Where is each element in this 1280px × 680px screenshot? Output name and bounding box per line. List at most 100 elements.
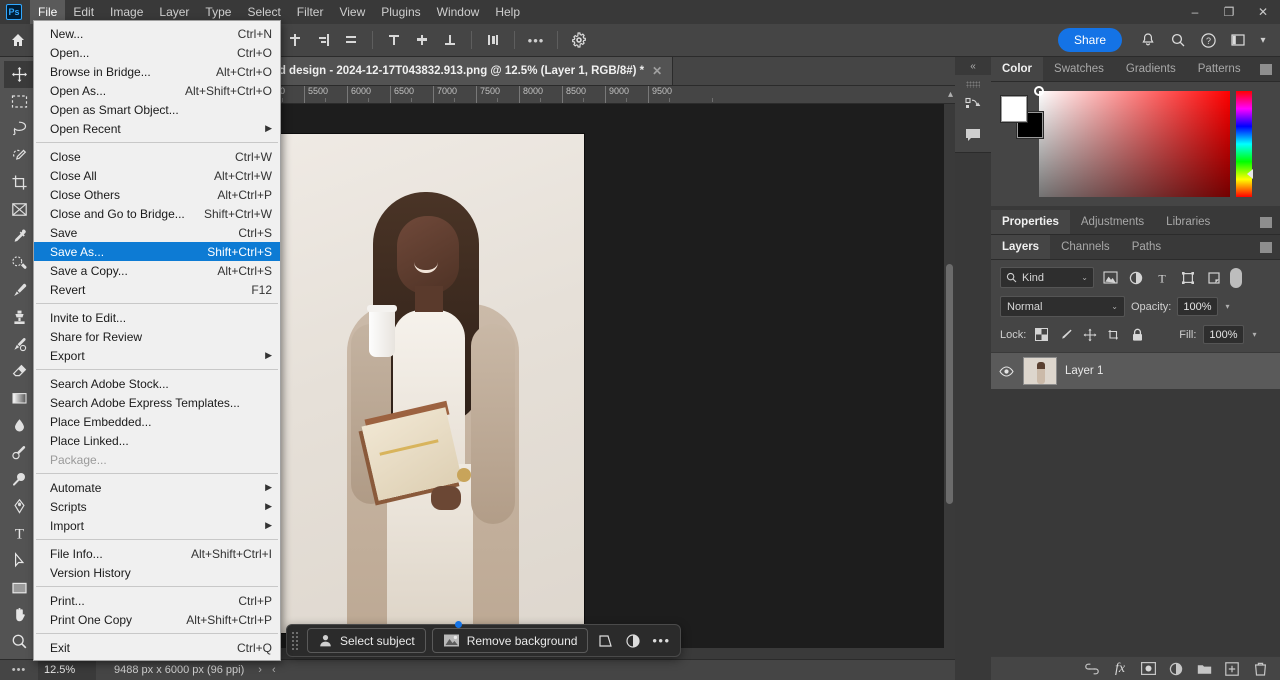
layer-row[interactable]: Layer 1 <box>991 353 1280 389</box>
align-top-edges-icon[interactable] <box>283 28 307 52</box>
menu-item-file-info[interactable]: File Info... Alt+Shift+Ctrl+I <box>34 544 280 563</box>
opacity-chevron-icon[interactable]: ▾ <box>1224 302 1232 311</box>
lock-position-icon[interactable] <box>1081 326 1098 343</box>
distribute-vertical-centers-icon[interactable] <box>410 28 434 52</box>
add-layer-mask-icon[interactable] <box>1140 661 1156 677</box>
canvas-vertical-scrollbar[interactable] <box>944 104 955 659</box>
adjustment-icon[interactable] <box>622 630 644 652</box>
rectangular-marquee-tool[interactable] <box>4 88 34 115</box>
options-more-button[interactable]: ••• <box>524 28 548 52</box>
tab-patterns[interactable]: Patterns <box>1186 57 1252 81</box>
search-icon[interactable] <box>1166 28 1190 52</box>
tab-libraries[interactable]: Libraries <box>1155 210 1222 234</box>
smart-object-filter-icon[interactable] <box>1204 268 1224 288</box>
magnifier-tool[interactable] <box>4 466 34 493</box>
menu-item-search-adobe-stock[interactable]: Search Adobe Stock... <box>34 374 280 393</box>
object-selection-tool[interactable] <box>4 142 34 169</box>
menu-item-export[interactable]: Export ▶ <box>34 346 280 365</box>
task-bar-grip[interactable] <box>291 630 299 651</box>
menu-item-scripts[interactable]: Scripts ▶ <box>34 497 280 516</box>
path-selection-tool[interactable] <box>4 547 34 574</box>
chevron-down-icon[interactable]: ▾ <box>1256 28 1270 52</box>
chevron-down-icon[interactable]: ⌄ <box>1111 302 1118 311</box>
rectangle-tool[interactable] <box>4 574 34 601</box>
menu-item-place-embedded[interactable]: Place Embedded... <box>34 412 280 431</box>
workspace-icon[interactable] <box>1226 28 1250 52</box>
menu-item-close-others[interactable]: Close Others Alt+Ctrl+P <box>34 185 280 204</box>
color-field[interactable] <box>1034 86 1230 197</box>
tab-channels[interactable]: Channels <box>1050 235 1121 259</box>
menu-help[interactable]: Help <box>487 0 528 24</box>
tab-paths[interactable]: Paths <box>1120 235 1173 259</box>
chevrons-left-icon[interactable]: « <box>955 57 991 75</box>
distribute-horizontal-icon[interactable] <box>481 28 505 52</box>
hue-slider-marker[interactable] <box>1247 169 1253 179</box>
menu-item-open-as[interactable]: Open As... Alt+Shift+Ctrl+O <box>34 81 280 100</box>
type-tool[interactable]: T <box>4 520 34 547</box>
pen-tool[interactable] <box>4 493 34 520</box>
blur-tool[interactable] <box>4 412 34 439</box>
artboard-image[interactable] <box>281 134 584 633</box>
status-expand-arrow[interactable]: › <box>244 664 262 676</box>
tab-gradients[interactable]: Gradients <box>1114 57 1187 81</box>
hue-slider[interactable] <box>1236 91 1253 197</box>
zoom-tool[interactable] <box>4 628 34 655</box>
menu-item-share-for-review[interactable]: Share for Review <box>34 327 280 346</box>
menu-item-save-a-copy[interactable]: Save a Copy... Alt+Ctrl+S <box>34 261 280 280</box>
link-layers-icon[interactable] <box>1084 661 1100 677</box>
pixel-layer-filter-icon[interactable] <box>1100 268 1120 288</box>
foreground-color-swatch[interactable] <box>1001 96 1027 122</box>
shape-layer-filter-icon[interactable] <box>1178 268 1198 288</box>
layers-panel-menu[interactable] <box>1260 235 1280 259</box>
filter-toggle[interactable] <box>1230 267 1242 288</box>
menu-view[interactable]: View <box>331 0 373 24</box>
menu-item-save[interactable]: Save Ctrl+S <box>34 223 280 242</box>
menu-item-place-linked[interactable]: Place Linked... <box>34 431 280 450</box>
menu-item-save-as[interactable]: Save As... Shift+Ctrl+S <box>34 242 280 261</box>
new-group-icon[interactable] <box>1196 661 1212 677</box>
spot-healing-brush-tool[interactable] <box>4 250 34 277</box>
rail-grip[interactable] <box>966 81 980 88</box>
distribute-bottom-icon[interactable] <box>438 28 462 52</box>
clone-stamp-tool[interactable] <box>4 304 34 331</box>
menu-item-browse-in-bridge[interactable]: Browse in Bridge... Alt+Ctrl+O <box>34 62 280 81</box>
minimize-button[interactable]: – <box>1178 0 1212 24</box>
lock-all-icon[interactable] <box>1129 326 1146 343</box>
menu-item-print-one-copy[interactable]: Print One Copy Alt+Shift+Ctrl+P <box>34 610 280 629</box>
share-button[interactable]: Share <box>1057 28 1122 52</box>
status-back-arrow[interactable]: ‹ <box>262 664 276 676</box>
menu-item-open-recent[interactable]: Open Recent ▶ <box>34 119 280 138</box>
chevron-down-icon[interactable]: ⌄ <box>1081 273 1088 282</box>
menu-item-exit[interactable]: Exit Ctrl+Q <box>34 638 280 657</box>
comments-icon[interactable] <box>959 122 987 148</box>
close-icon[interactable]: ✕ <box>652 64 662 78</box>
frame-tool[interactable] <box>4 196 34 223</box>
menu-item-version-history[interactable]: Version History <box>34 563 280 582</box>
remove-background-button[interactable]: Remove background <box>431 621 589 653</box>
properties-panel-menu[interactable] <box>1260 210 1280 234</box>
delete-layer-icon[interactable] <box>1252 661 1268 677</box>
distribute-top-icon[interactable] <box>382 28 406 52</box>
layer-name[interactable]: Layer 1 <box>1065 365 1103 377</box>
new-layer-icon[interactable] <box>1224 661 1240 677</box>
tab-layers[interactable]: Layers <box>991 235 1051 259</box>
lock-image-pixels-icon[interactable] <box>1057 326 1074 343</box>
add-layer-style-icon[interactable]: fx <box>1112 661 1128 677</box>
fill-chevron-icon[interactable]: ▾ <box>1251 330 1259 339</box>
menu-item-new[interactable]: New... Ctrl+N <box>34 24 280 43</box>
menu-filter[interactable]: Filter <box>289 0 332 24</box>
eye-icon[interactable] <box>997 365 1015 377</box>
tab-color[interactable]: Color <box>991 57 1044 81</box>
dodge-tool[interactable] <box>4 439 34 466</box>
gear-icon[interactable] <box>567 28 591 52</box>
maximize-button[interactable]: ❐ <box>1212 0 1246 24</box>
type-layer-filter-icon[interactable]: T <box>1152 268 1172 288</box>
move-tool[interactable] <box>4 61 34 88</box>
new-fill-adjustment-icon[interactable] <box>1168 661 1184 677</box>
fill-field[interactable]: 100% <box>1203 325 1244 344</box>
menu-item-open-as-smart-object[interactable]: Open as Smart Object... <box>34 100 280 119</box>
blend-mode-select[interactable]: Normal ⌄ <box>1000 296 1125 317</box>
bell-icon[interactable] <box>1136 28 1160 52</box>
color-field-marker[interactable] <box>1034 86 1044 96</box>
status-menu-button[interactable]: ••• <box>0 664 38 676</box>
